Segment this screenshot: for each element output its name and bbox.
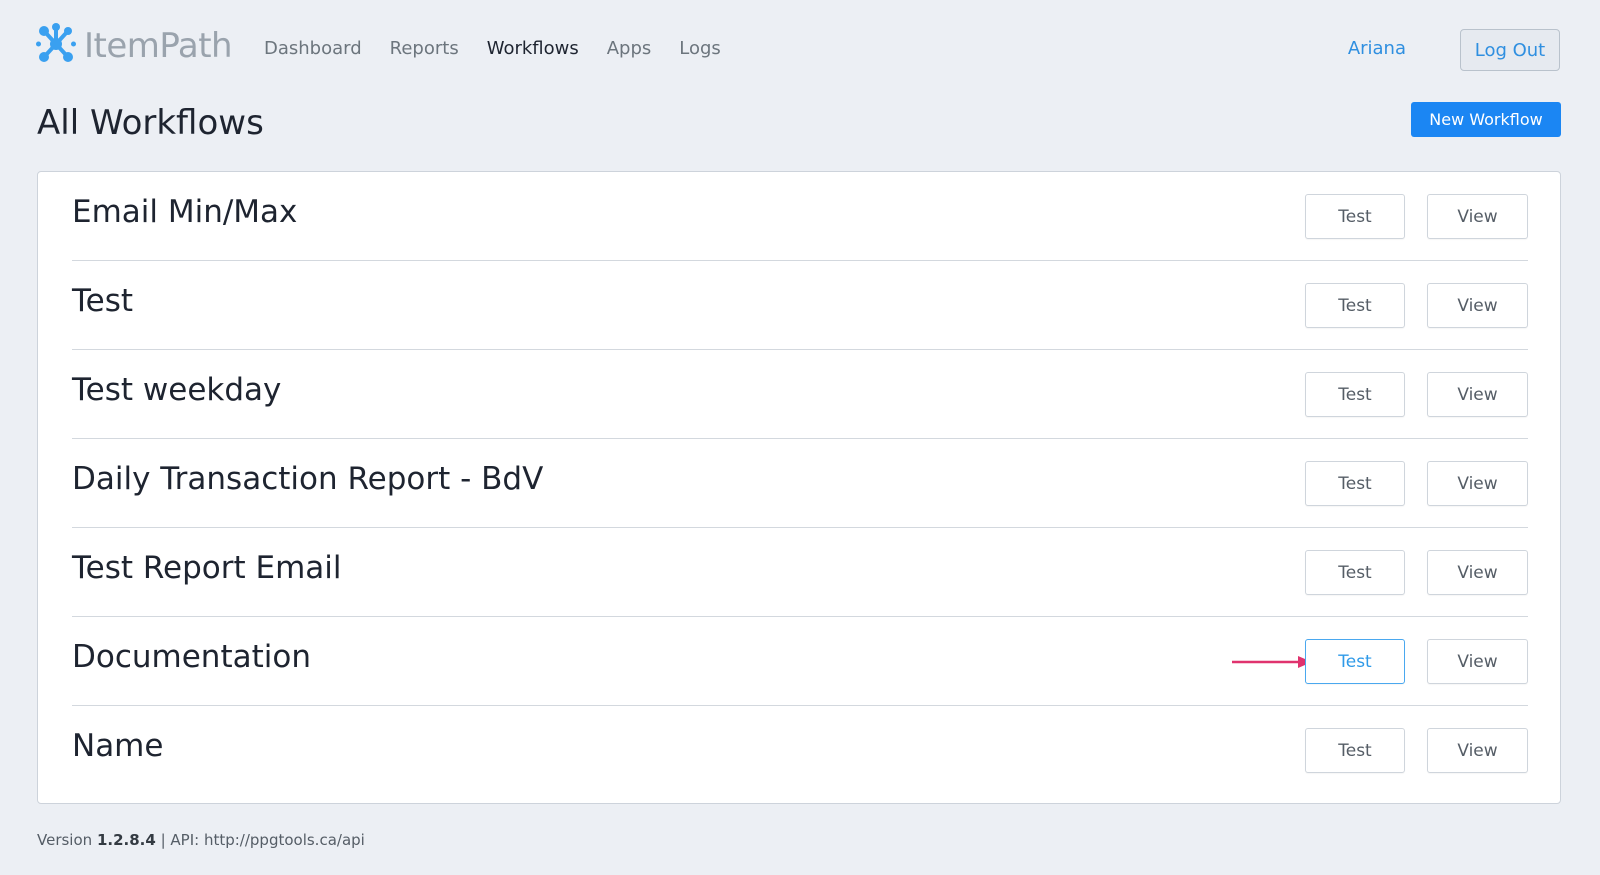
- new-workflow-button[interactable]: New Workflow: [1411, 102, 1561, 137]
- workflow-row: Name Test View: [72, 706, 1528, 795]
- view-workflow-button[interactable]: View: [1427, 639, 1528, 684]
- workflow-name: Test Report Email: [72, 550, 342, 586]
- test-workflow-button[interactable]: Test: [1305, 194, 1405, 239]
- nav-item-logs[interactable]: Logs: [679, 36, 721, 62]
- test-workflow-button[interactable]: Test: [1305, 550, 1405, 595]
- view-workflow-button[interactable]: View: [1427, 461, 1528, 506]
- workflow-name: Name: [72, 728, 164, 764]
- brand-logo[interactable]: ItemPath: [36, 22, 233, 70]
- workflow-row: Test Report Email Test View: [72, 528, 1528, 617]
- workflow-row: Documentation Test View: [72, 617, 1528, 706]
- workflow-name: Test: [72, 283, 134, 319]
- version-number: 1.2.8.4: [96, 831, 156, 849]
- footer-version-info: Version 1.2.8.4 | API: http://ppgtools.c…: [37, 830, 365, 850]
- user-name-link[interactable]: Ariana: [1348, 36, 1406, 62]
- brand-name: ItemPath: [84, 26, 233, 66]
- view-workflow-button[interactable]: View: [1427, 372, 1528, 417]
- workflow-name: Daily Transaction Report - BdV: [72, 461, 544, 497]
- view-workflow-button[interactable]: View: [1427, 194, 1528, 239]
- test-workflow-button[interactable]: Test: [1305, 728, 1405, 773]
- view-workflow-button[interactable]: View: [1427, 283, 1528, 328]
- test-workflow-button[interactable]: Test: [1305, 639, 1405, 684]
- nav-item-apps[interactable]: Apps: [607, 36, 652, 62]
- workflow-name: Email Min/Max: [72, 194, 298, 230]
- test-workflow-button[interactable]: Test: [1305, 461, 1405, 506]
- nav-item-dashboard[interactable]: Dashboard: [264, 36, 362, 62]
- test-workflow-button[interactable]: Test: [1305, 283, 1405, 328]
- nav-item-workflows[interactable]: Workflows: [487, 36, 579, 62]
- nav-item-reports[interactable]: Reports: [390, 36, 459, 62]
- page-title: All Workflows: [37, 103, 264, 143]
- api-url-text: | API: http://ppgtools.ca/api: [160, 831, 365, 849]
- annotation-arrow-icon: [1232, 656, 1312, 668]
- test-workflow-button[interactable]: Test: [1305, 372, 1405, 417]
- main-nav: Dashboard Reports Workflows Apps Logs: [264, 36, 749, 62]
- view-workflow-button[interactable]: View: [1427, 550, 1528, 595]
- top-navbar: ItemPath Dashboard Reports Workflows App…: [0, 0, 1600, 100]
- workflow-name: Test weekday: [72, 372, 282, 408]
- molecule-logo-icon: [36, 22, 76, 70]
- workflow-row: Daily Transaction Report - BdV Test View: [72, 439, 1528, 528]
- workflow-row: Email Min/Max Test View: [72, 172, 1528, 261]
- workflow-row: Test weekday Test View: [72, 350, 1528, 439]
- view-workflow-button[interactable]: View: [1427, 728, 1528, 773]
- logout-button[interactable]: Log Out: [1460, 29, 1560, 71]
- workflow-name: Documentation: [72, 639, 311, 675]
- version-prefix: Version: [37, 831, 93, 849]
- workflow-list: Email Min/Max Test View Test Test View T…: [37, 171, 1561, 804]
- workflow-row: Test Test View: [72, 261, 1528, 350]
